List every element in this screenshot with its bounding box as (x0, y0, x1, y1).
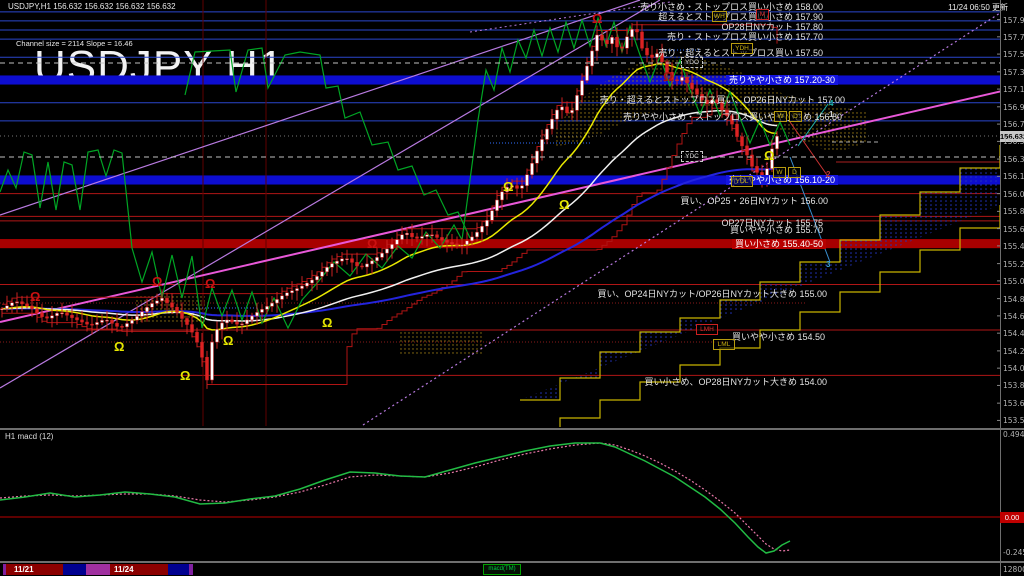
macd-panel[interactable] (0, 443, 1000, 553)
mt4-chart-window: USDJPY H1 USDJPY,H1 156.632 156.632 156.… (0, 0, 1024, 576)
price-chart-canvas[interactable] (0, 0, 1024, 576)
main-chart-panel[interactable] (0, 0, 1024, 430)
